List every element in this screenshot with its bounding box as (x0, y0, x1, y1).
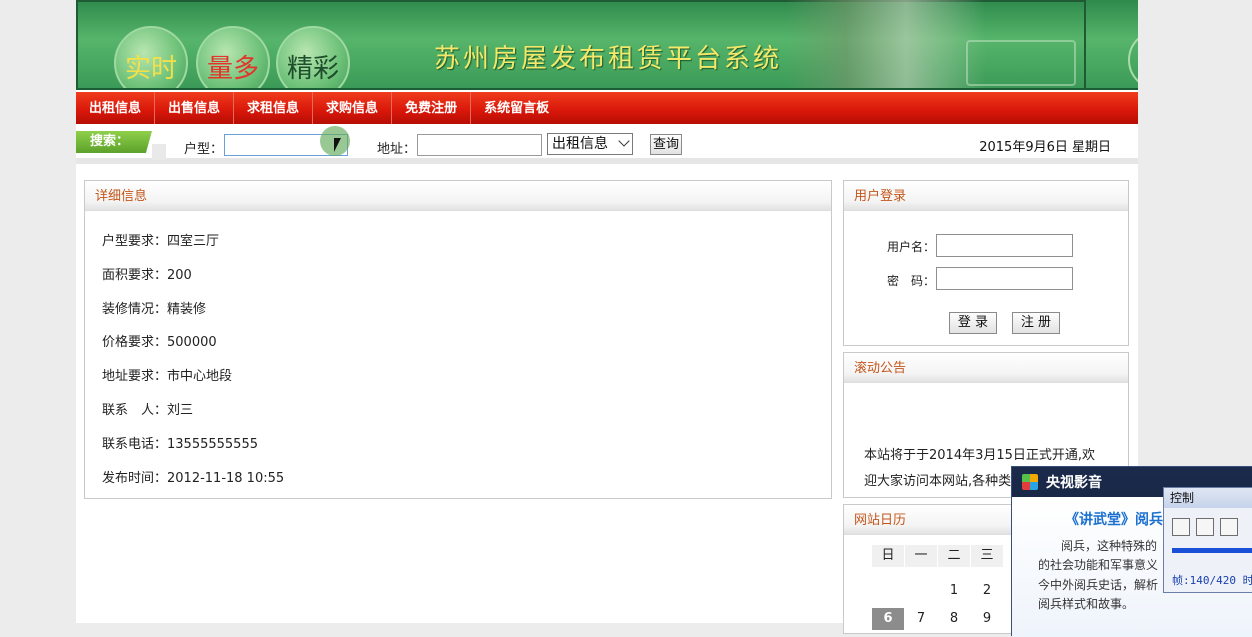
password-label: 密 码： (887, 274, 936, 288)
site-banner: 实时 量多 精彩 苏州房屋发布租赁平台系统 (76, 0, 1138, 90)
calendar-today[interactable]: 6 (872, 608, 904, 630)
popup-line: 今中外阅兵史话，解析 (1038, 578, 1159, 592)
main-nav: 出租信息 出售信息 求租信息 求购信息 免费注册 系统留言板 (76, 92, 1138, 124)
calendar-weekday: 一 (905, 545, 937, 567)
popup-title[interactable]: 《讲武堂》阅兵 (1065, 509, 1163, 529)
control-title: 控制 (1164, 488, 1252, 508)
register-button[interactable]: 注 册 (1012, 312, 1060, 334)
detail-row-area: 面积要求：200 (102, 268, 192, 283)
calendar-weekday: 日 (872, 545, 904, 567)
address-input[interactable] (417, 134, 542, 156)
banner-bubble-1: 实时 (114, 26, 188, 88)
nav-item-guestbook[interactable]: 系统留言板 (471, 92, 562, 124)
detail-row-address: 地址要求：市中心地段 (102, 369, 233, 384)
detail-row-decoration: 装修情况：精装修 (102, 302, 207, 317)
popup-app-name: 央视影音 (1046, 475, 1102, 491)
search-tag: 搜索： (76, 131, 152, 153)
page: 实时 量多 精彩 苏州房屋发布租赁平台系统 出租信息 出售信息 求租信息 求购信… (76, 0, 1138, 634)
calendar-day[interactable]: 9 (971, 608, 1003, 630)
nav-item-seek-buy[interactable]: 求购信息 (313, 92, 393, 124)
app-logo-icon (1022, 474, 1038, 490)
playback-progress-bar[interactable] (1172, 548, 1252, 553)
banner-bubble-3: 精彩 (276, 26, 350, 88)
query-button[interactable]: 查询 (650, 134, 682, 155)
detail-row-phone: 联系电话：13555555555 (102, 437, 258, 452)
popup-line: 阅兵，这种特殊的 (1061, 539, 1158, 553)
search-tag-shadow (152, 144, 166, 160)
address-label: 地址： (377, 142, 417, 157)
login-button[interactable]: 登 录 (949, 312, 997, 334)
category-select-value: 出租信息 (552, 136, 608, 152)
calendar-weekday: 三 (971, 545, 1003, 567)
calendar-day[interactable]: 7 (905, 608, 937, 630)
calendar-weekday: 二 (938, 545, 970, 567)
category-select[interactable]: 出租信息 (547, 133, 633, 155)
detail-row-contact: 联系 人：刘三 (102, 403, 194, 418)
search-bar: 搜索： 户型： 地址： 出租信息 查询 2015年9月6日 星期日 (76, 124, 1138, 164)
detail-row-published: 发布时间：2012-11-18 10:55 (102, 471, 285, 486)
detail-panel: 详细信息 户型要求：四室三厅 面积要求：200 装修情况：精装修 价格要求：50… (84, 180, 832, 499)
stop-icon[interactable] (1196, 518, 1214, 536)
login-heading: 用户登录 (844, 181, 1128, 211)
chevron-down-icon (618, 135, 630, 147)
detail-row-layout: 户型要求：四室三厅 (102, 234, 220, 249)
login-panel: 用户登录 用户名： 密 码： 登 录 注 册 (843, 180, 1129, 346)
mouse-pointer-icon (334, 138, 341, 152)
nav-item-register[interactable]: 免费注册 (392, 92, 472, 124)
detail-heading: 详细信息 (85, 181, 831, 211)
nav-item-sell[interactable]: 出售信息 (155, 92, 235, 124)
calendar-day[interactable]: 1 (938, 580, 970, 602)
frame-readout: 帧:140/420 时 (1172, 574, 1252, 587)
detail-row-price: 价格要求：500000 (102, 335, 217, 350)
username-input[interactable] (936, 234, 1073, 257)
username-label: 用户名： (887, 240, 936, 254)
calendar-day[interactable]: 8 (938, 608, 970, 630)
notice-heading: 滚动公告 (844, 353, 1128, 383)
play-icon[interactable] (1172, 518, 1190, 536)
player-control-window: 控制 帧:140/420 时 (1163, 487, 1252, 593)
nav-item-seek-rent[interactable]: 求租信息 (234, 92, 314, 124)
next-frame-icon[interactable] (1220, 518, 1238, 536)
banner-figure-image (786, 0, 986, 88)
banner-bubble-2: 量多 (196, 26, 270, 88)
banner-bubble-partial (1128, 30, 1138, 88)
popup-line: 的社会功能和军事意义 (1038, 558, 1159, 572)
nav-item-rent-out[interactable]: 出租信息 (76, 92, 156, 124)
current-date: 2015年9月6日 星期日 (979, 140, 1111, 155)
type-label: 户型： (184, 142, 224, 157)
password-input[interactable] (936, 267, 1073, 290)
calendar-day[interactable]: 2 (971, 580, 1003, 602)
site-title: 苏州房屋发布租赁平台系统 (434, 44, 783, 74)
banner-basket-image (966, 40, 1076, 86)
popup-line: 阅兵样式和故事。 (1038, 597, 1135, 611)
